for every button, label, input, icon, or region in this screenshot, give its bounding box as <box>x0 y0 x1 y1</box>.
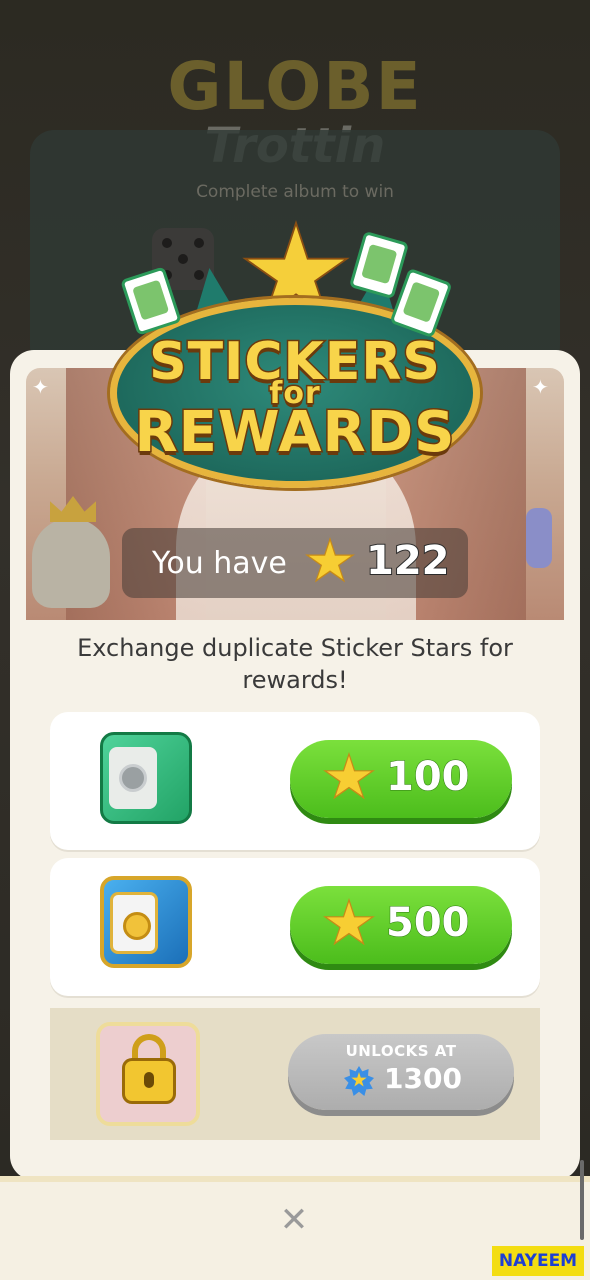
green-vault-icon <box>100 732 192 824</box>
balance-label: You have <box>152 546 287 581</box>
scrollbar[interactable] <box>580 1160 584 1240</box>
redeem-100-label: 100 <box>386 754 470 801</box>
unlock-label: UNLOCKS AT <box>345 1042 457 1060</box>
exchange-description: Exchange duplicate Sticker Stars for rew… <box>77 634 513 694</box>
watermark-badge: NAYEEM <box>492 1246 584 1276</box>
unlock-threshold: 1300 <box>384 1062 462 1095</box>
bottle-icon <box>526 508 552 568</box>
redeem-500-label: 500 <box>386 900 470 947</box>
keyhole-icon <box>144 1072 154 1088</box>
background-title: GLOBE <box>167 48 423 125</box>
title-rewards: REWARDS <box>133 399 456 467</box>
close-button[interactable]: ✕ <box>272 1198 316 1242</box>
skull-decoration-icon <box>32 518 110 608</box>
blue-vault-icon <box>100 876 192 968</box>
balance-count: 122 <box>365 537 450 585</box>
background-subtitle: Complete album to win <box>196 182 394 202</box>
